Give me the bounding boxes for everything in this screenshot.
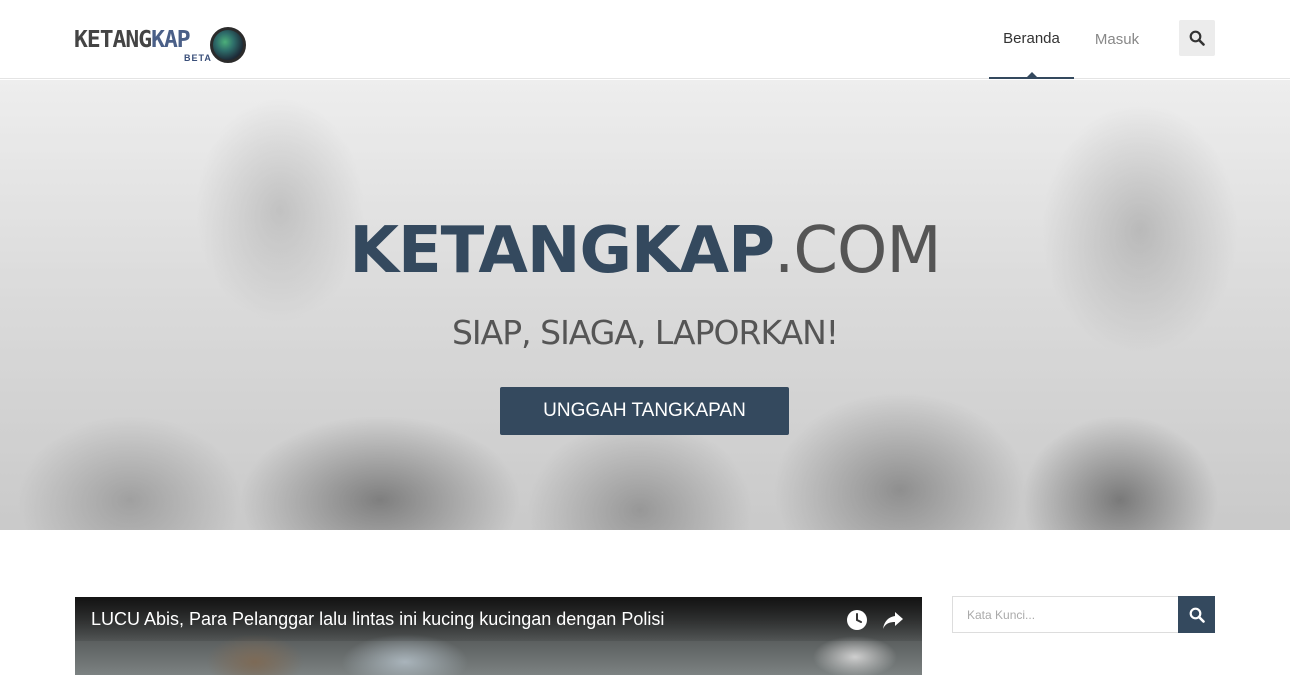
logo-text-ketang: KETANG	[74, 27, 152, 53]
header-search-button[interactable]	[1179, 20, 1215, 56]
hero-subtitle: SIAP, SIAGA, LAPORKAN!	[451, 313, 839, 352]
hero-overlay	[0, 80, 1290, 530]
nav-item-masuk-label: Masuk	[1094, 31, 1140, 48]
site-header: KETANGKAP BETA Beranda Masuk	[0, 0, 1290, 79]
logo-wordmark: KETANGKAP	[74, 27, 191, 53]
logo-text-kap: KAP	[151, 27, 191, 53]
nav-item-beranda-label: Beranda	[1003, 30, 1060, 47]
video-player[interactable]: LUCU Abis, Para Pelanggar lalu lintas in…	[75, 597, 922, 675]
sidebar-search	[952, 596, 1215, 633]
search-icon	[1189, 30, 1205, 46]
active-caret-icon	[1027, 72, 1037, 77]
upload-button[interactable]: UNGGAH TANGKAPAN	[500, 387, 789, 435]
sidebar-search-button[interactable]	[1178, 596, 1215, 633]
hero-title-light: .COM	[774, 214, 942, 288]
keyword-search-input[interactable]	[952, 596, 1178, 633]
globe-icon	[210, 27, 246, 63]
share-icon[interactable]	[881, 610, 905, 630]
hero-title: KETANGKAP.COM	[0, 213, 1290, 289]
search-icon	[1189, 607, 1205, 623]
hero-banner: KETANGKAP.COM SIAP, SIAGA, LAPORKAN! UNG…	[0, 80, 1290, 530]
video-title[interactable]: LUCU Abis, Para Pelanggar lalu lintas in…	[91, 609, 664, 630]
site-logo[interactable]: KETANGKAP BETA	[74, 24, 254, 66]
logo-beta-label: BETA	[184, 53, 212, 63]
nav-item-masuk[interactable]: Masuk	[1090, 0, 1144, 79]
nav-item-beranda[interactable]: Beranda	[989, 0, 1074, 79]
hero-title-strong: KETANGKAP	[349, 214, 775, 288]
clock-icon[interactable]	[846, 609, 868, 631]
